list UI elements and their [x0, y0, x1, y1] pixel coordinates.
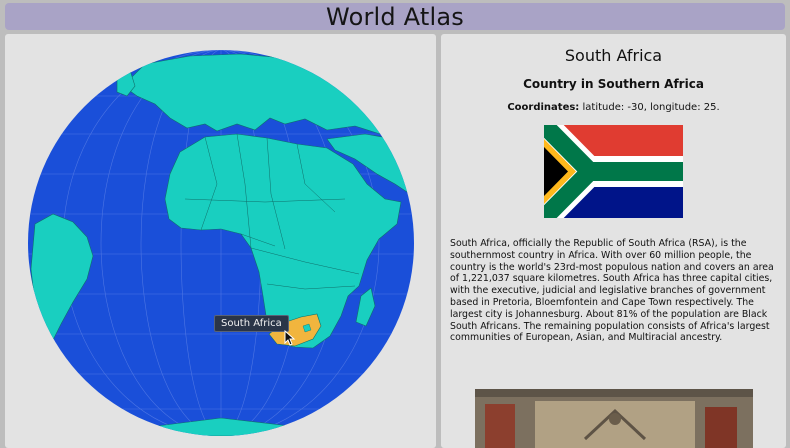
- app-title: World Atlas: [326, 2, 464, 31]
- country-title: South Africa: [564, 46, 663, 65]
- mouse-cursor-icon: [284, 330, 296, 346]
- country-tooltip: South Africa: [214, 315, 289, 332]
- country-flag-icon: [544, 125, 683, 218]
- country-photo: [475, 389, 753, 448]
- globe-map[interactable]: [5, 34, 436, 448]
- country-info-panel: South Africa Country in Southern Africa …: [441, 34, 786, 448]
- coordinates-value: latitude: -30, longitude: 25.: [579, 102, 720, 113]
- coordinates: Coordinates: latitude: -30, longitude: 2…: [441, 102, 786, 113]
- country-subtitle: Country in Southern Africa: [523, 77, 704, 91]
- globe-panel[interactable]: South Africa: [5, 34, 436, 448]
- coordinates-label: Coordinates:: [507, 102, 580, 113]
- header-bar: World Atlas: [5, 2, 785, 31]
- country-description: South Africa, officially the Republic of…: [450, 238, 774, 344]
- photo-image: [475, 389, 753, 448]
